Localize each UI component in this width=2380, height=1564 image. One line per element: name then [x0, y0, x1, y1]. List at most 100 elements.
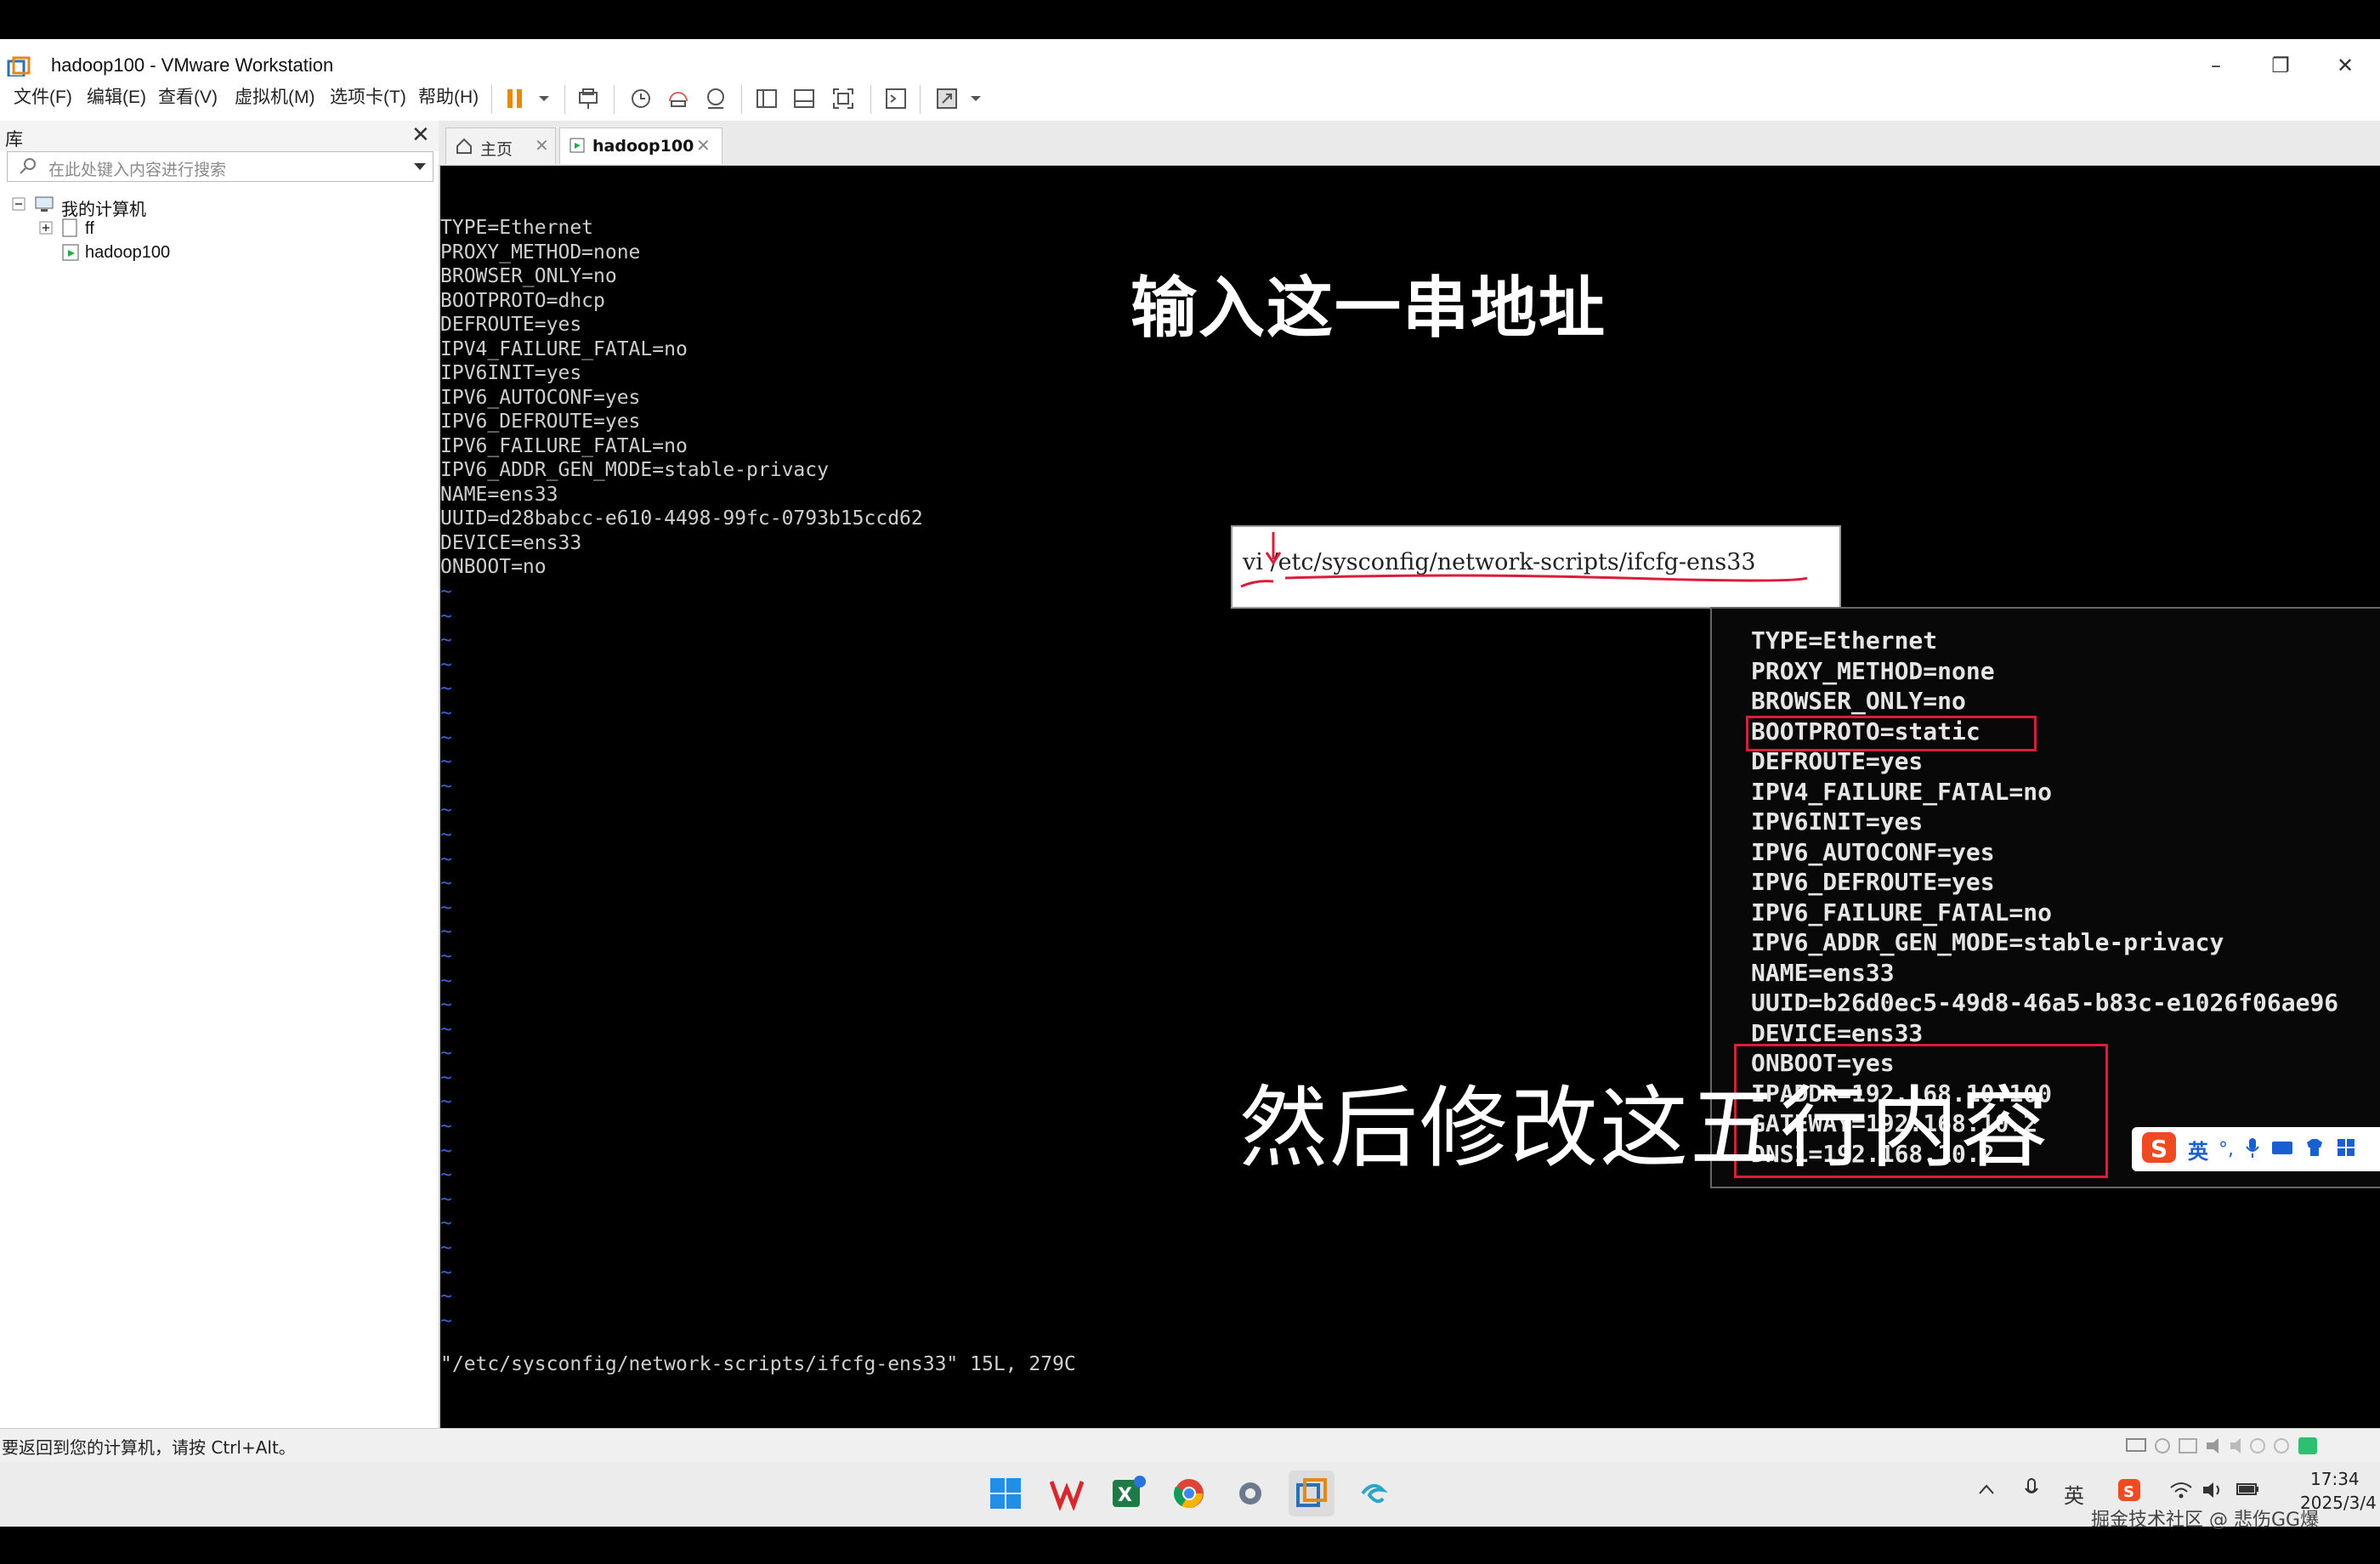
tray-microphone-icon[interactable] — [2023, 1477, 2040, 1504]
caption-modify-five-lines: 然后修改这五行内容 — [1239, 1076, 2051, 1180]
tilde-marker: ~ — [440, 994, 452, 1017]
library-title: 库 — [5, 129, 23, 150]
svg-text:S: S — [2123, 1483, 2134, 1501]
library-close-button[interactable]: ✕ — [411, 122, 430, 148]
stretch-dropdown-icon[interactable] — [959, 82, 993, 116]
zoomed-config-line: IPV6_FAILURE_FATAL=no — [1751, 898, 2053, 926]
tilde-marker: ~ — [440, 1261, 452, 1284]
zoomed-config-line: BROWSER_ONLY=no — [1751, 687, 1966, 715]
punctuation-icon[interactable]: °, — [2218, 1139, 2234, 1160]
send-ctrl-alt-del-icon[interactable] — [571, 82, 605, 116]
menu-tabs[interactable]: 选项卡(T) — [330, 83, 406, 109]
terminal-line: IPV6INIT=yes — [440, 362, 582, 384]
vmware-taskbar-icon[interactable] — [1289, 1470, 1334, 1516]
search-dropdown-icon[interactable] — [412, 159, 428, 178]
clock-time[interactable]: 17:34 — [2310, 1469, 2360, 1489]
tree-item-hadoop100[interactable]: hadoop100 — [85, 243, 170, 263]
zoomed-config-line: IPV6_ADDR_GEN_MODE=stable-privacy — [1751, 928, 2224, 956]
tilde-marker: ~ — [440, 1212, 452, 1235]
microphone-icon[interactable] — [2244, 1136, 2261, 1162]
vm-icon — [61, 243, 82, 267]
terminal-line: IPV6_DEFROUTE=yes — [440, 411, 641, 433]
zoomed-config-line: UUID=b26d0ec5-49d8-46a5-b83c-e1026f06ae9… — [1751, 989, 2339, 1017]
wifi-icon[interactable] — [2169, 1481, 2193, 1503]
tab-home-label: 主页 — [480, 140, 513, 159]
toolbar-separator — [741, 85, 742, 114]
toolbar-separator — [920, 85, 921, 114]
chrome-icon[interactable] — [1166, 1470, 1212, 1516]
revert-snapshot-icon[interactable] — [661, 82, 695, 116]
zoomed-config-line: IPV6_AUTOCONF=yes — [1751, 837, 1995, 866]
tilde-marker: ~ — [440, 847, 452, 870]
menu-toolbar: 文件(F) 编辑(E) 查看(V) 虚拟机(M) 选项卡(T) 帮助(H) — [0, 76, 2380, 122]
tilde-marker: ~ — [440, 1187, 452, 1210]
menu-file[interactable]: 文件(F) — [14, 83, 72, 109]
pause-dropdown-icon[interactable] — [527, 82, 561, 116]
library-panel: 库 ✕ 在此处键入内容进行搜索 我的计算机 ff hadoop100 — [0, 121, 440, 1430]
tilde-marker: ~ — [440, 677, 452, 700]
library-search-input[interactable]: 在此处键入内容进行搜索 — [7, 151, 434, 182]
snapshot-icon[interactable] — [624, 82, 658, 116]
vi-empty-line-markers: ~ ~ ~ ~ ~ ~ ~ ~ ~ ~ ~ ~ ~ ~ ~ ~ ~ ~ ~ ~ ~ ~ ~ ~ ~ ~ ~ ~ ~ ~ ~ — [440, 580, 452, 1333]
thumbnail-view-icon[interactable] — [787, 82, 821, 116]
tree-item-ff[interactable]: ff — [85, 219, 94, 239]
tray-sogou-icon[interactable]: S — [2116, 1477, 2142, 1506]
ime-toolbar[interactable]: S 英 °, — [2132, 1127, 2380, 1171]
skin-icon[interactable] — [2304, 1137, 2326, 1161]
vm-status-bar: 要返回到您的计算机，请按 Ctrl+Alt。 — [0, 1428, 2380, 1463]
ime-language-mode[interactable]: 英 — [2188, 1135, 2208, 1164]
toolbar-separator — [564, 85, 565, 114]
terminal-line: DEFROUTE=yes — [440, 314, 582, 336]
tab-close-icon[interactable]: ✕ — [696, 135, 711, 156]
library-header: 库 ✕ — [0, 121, 439, 151]
menu-help[interactable]: 帮助(H) — [418, 83, 479, 109]
app-swirl-icon[interactable] — [1350, 1470, 1396, 1516]
tilde-marker: ~ — [440, 872, 452, 895]
tray-input-language[interactable]: 英 — [2064, 1479, 2084, 1509]
console-view-icon[interactable] — [879, 82, 913, 116]
volume-icon[interactable] — [2202, 1481, 2225, 1503]
windows-taskbar: X 英 S 17:34 2025/3/4 掘金技术社区 @ 悲伤GG爆 — [0, 1462, 2380, 1531]
tilde-marker: ~ — [440, 1042, 452, 1065]
tab-hadoop100-label: hadoop100 — [592, 137, 694, 156]
snapshot-manager-icon[interactable] — [699, 82, 733, 116]
toolbox-icon[interactable] — [2336, 1137, 2356, 1161]
tab-hadoop100[interactable]: hadoop100 ✕ — [559, 128, 722, 164]
tilde-marker: ~ — [440, 774, 452, 797]
keyboard-icon[interactable] — [2271, 1139, 2293, 1159]
battery-icon[interactable] — [2236, 1481, 2261, 1501]
zoomed-config-line: TYPE=Ethernet — [1751, 626, 1938, 654]
tab-home[interactable]: 主页 ✕ — [445, 128, 556, 164]
vm-console[interactable]: TYPE=Ethernet PROXY_METHOD=none BROWSER_ON… — [440, 167, 2380, 1428]
tree-expand-toggle[interactable] — [39, 221, 53, 238]
library-view-icon[interactable] — [750, 82, 784, 116]
tilde-marker: ~ — [440, 1139, 452, 1162]
tilde-marker: ~ — [440, 823, 452, 846]
vi-status-line: "/etc/sysconfig/network-scripts/ifcfg-en… — [440, 1353, 1076, 1375]
menu-view[interactable]: 查看(V) — [158, 83, 218, 109]
tilde-marker: ~ — [440, 604, 452, 627]
settings-gear-icon[interactable] — [1227, 1470, 1273, 1516]
tilde-marker: ~ — [440, 751, 452, 774]
device-status-icons[interactable] — [2125, 1436, 2329, 1459]
search-placeholder: 在此处键入内容进行搜索 — [48, 161, 227, 179]
sogou-logo-icon: S — [2140, 1130, 2178, 1168]
tilde-marker: ~ — [440, 1115, 452, 1138]
command-callout: vi /etc/sysconfig/network-scripts/ifcfg-… — [1231, 525, 1841, 609]
tree-collapse-toggle[interactable] — [12, 197, 26, 214]
tilde-marker: ~ — [440, 629, 452, 652]
terminal-line: ONBOOT=no — [440, 556, 547, 578]
windows-start-icon[interactable] — [983, 1470, 1028, 1516]
tray-overflow-icon[interactable] — [1977, 1482, 1996, 1499]
excel-icon[interactable]: X — [1105, 1470, 1151, 1516]
menu-vm[interactable]: 虚拟机(M) — [235, 83, 314, 109]
menu-edit[interactable]: 编辑(E) — [87, 83, 146, 109]
tab-close-icon[interactable]: ✕ — [535, 135, 549, 156]
wps-office-icon[interactable] — [1044, 1470, 1090, 1516]
tilde-marker: ~ — [440, 1309, 452, 1332]
terminal-line: UUID=d28babcc-e610-4498-99fc-0793b15ccd6… — [440, 507, 923, 530]
tilde-marker: ~ — [440, 726, 452, 749]
fullscreen-icon[interactable] — [826, 82, 860, 116]
red-underline-annotation — [1284, 574, 1808, 582]
tree-root-my-computer[interactable]: 我的计算机 — [61, 196, 146, 220]
